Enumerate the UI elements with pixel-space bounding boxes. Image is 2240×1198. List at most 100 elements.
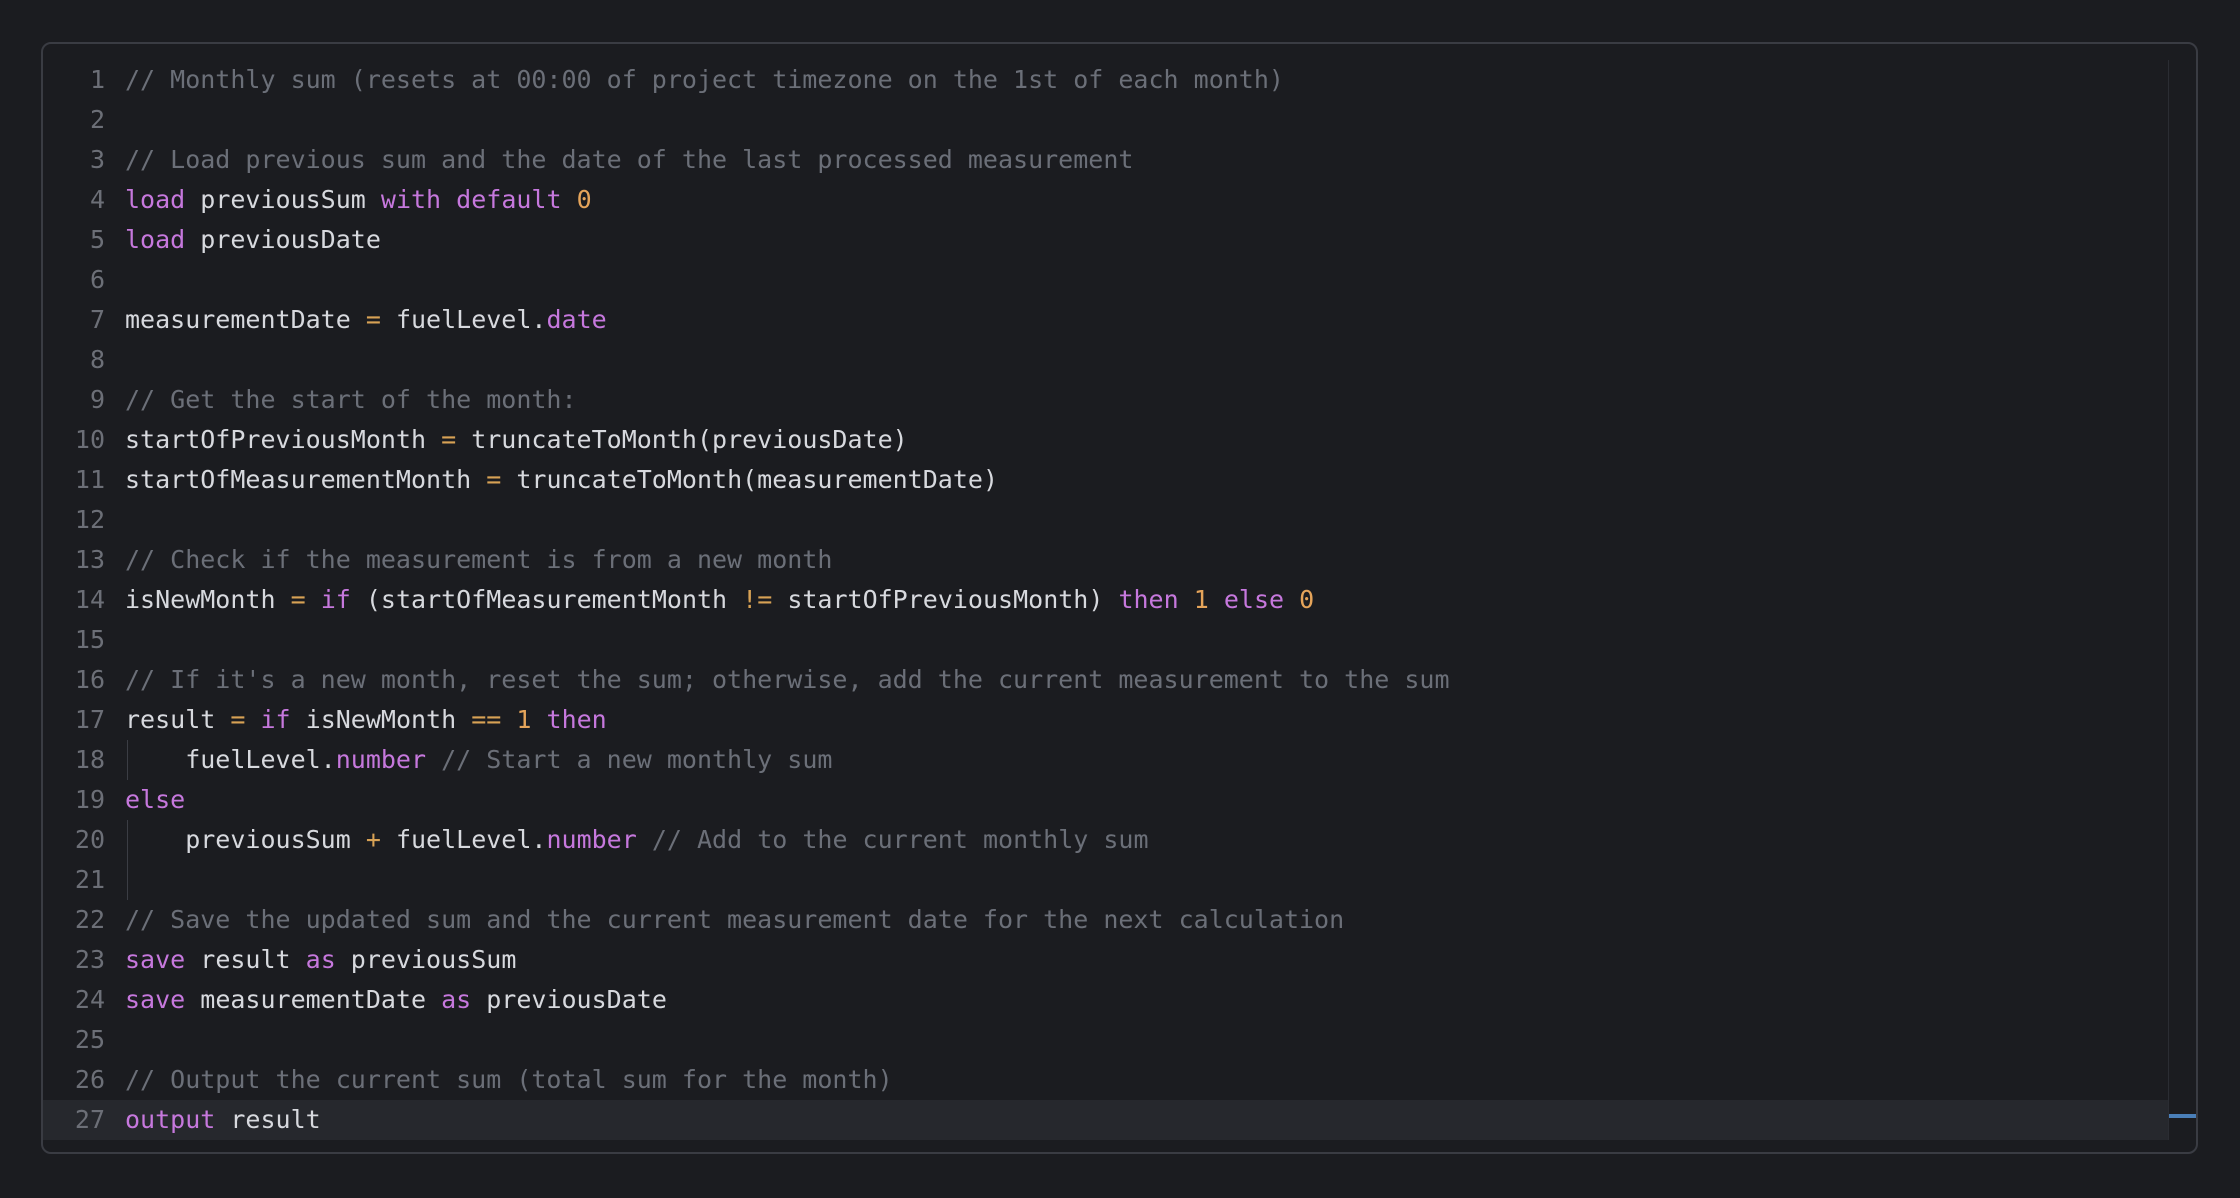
line-code: previousSum + fuelLevel.number // Add to… [125,820,1149,860]
code-token: = [290,585,306,614]
code-token: // Add to the current monthly sum [636,825,1149,854]
code-token: // Start a new monthly sum [426,745,833,774]
code-token: // Get the start of the month: [125,385,577,414]
code-token: save [125,985,186,1014]
line-code: measurementDate = fuelLevel.date [125,300,607,340]
line-code: startOfMeasurementMonth = truncateToMont… [125,460,998,500]
code-line[interactable]: 26 // Output the current sum (total sum f… [43,1060,2196,1100]
code-line[interactable]: 8 [43,340,2196,380]
code-line[interactable]: 6 [43,260,2196,300]
code-token: 0 [576,185,592,214]
line-number: 22 [74,905,105,934]
code-token: 1 [516,705,532,734]
code-token: + [365,825,381,854]
code-line[interactable]: 3 // Load previous sum and the date of th… [43,140,2196,180]
code-token: if [320,585,351,614]
line-number: 17 [74,705,105,734]
line-number: 2 [89,105,105,134]
code-line[interactable]: 23 save result as previousSum [43,940,2196,980]
line-number: 10 [74,425,105,454]
code-token: previousDate [185,225,381,254]
code-token: date [546,305,607,334]
code-token: then [546,705,607,734]
line-number: 12 [74,505,105,534]
code-token: else [1223,585,1285,614]
line-code: result = if isNewMonth == 1 then [125,700,607,740]
code-line[interactable]: 10 startOfPreviousMonth = truncateToMonth… [43,420,2196,460]
code-token: load [125,225,186,254]
code-line[interactable]: 11 startOfMeasurementMonth = truncateToMo… [43,460,2196,500]
code-token: measurementDate [185,985,442,1014]
line-number: 9 [89,385,105,414]
line-code: fuelLevel.number // Start a new monthly … [125,740,832,780]
line-code: // Output the current sum (total sum for… [125,1060,893,1100]
code-line[interactable]: 24 save measurementDate as previousDate [43,980,2196,1020]
code-line[interactable]: 20 previousSum + fuelLevel.number // Add… [43,820,2196,860]
line-code: load previousSum with default 0 [125,180,592,220]
line-code: save result as previousSum [125,940,516,980]
code-line[interactable]: 2 [43,100,2196,140]
line-number: 3 [89,145,105,174]
code-line[interactable]: 17 result = if isNewMonth == 1 then [43,700,2196,740]
code-token: = [486,465,502,494]
code-line[interactable]: 27 output result [43,1100,2168,1140]
line-number: 6 [89,265,105,294]
line-number: 20 [74,825,105,854]
line-number: 15 [74,625,105,654]
code-token: else [125,785,186,814]
line-number: 24 [74,985,105,1014]
code-token: (startOfMeasurementMonth [350,585,743,614]
code-token: = [441,425,457,454]
line-number: 14 [74,585,105,614]
code-line[interactable]: 19 else [43,780,2196,820]
code-line[interactable]: 13 // Check if the measurement is from a … [43,540,2196,580]
line-number: 7 [89,305,105,334]
code-token: as [305,945,336,974]
code-line[interactable]: 21 [43,860,2196,900]
line-code: // Save the updated sum and the current … [125,900,1344,940]
code-editor[interactable]: 1 // Monthly sum (resets at 00:00 of proj… [41,42,2198,1154]
code-token: number [335,745,427,774]
code-token: // Save the updated sum and the current … [125,905,1345,934]
code-token: with [380,185,442,214]
code-token: // Monthly sum (resets at 00:00 of proje… [125,65,1284,94]
code-line[interactable]: 1 // Monthly sum (resets at 00:00 of proj… [43,60,2196,100]
code-line[interactable]: 16 // If it's a new month, reset the sum;… [43,660,2196,700]
line-number: 8 [89,345,105,374]
code-line[interactable]: 5 load previousDate [43,220,2196,260]
code-token: number [546,825,637,854]
line-number: 1 [89,65,105,94]
code-line[interactable]: 18 fuelLevel.number // Start a new month… [43,740,2196,780]
code-line[interactable]: 15 [43,620,2196,660]
line-number: 26 [74,1065,105,1094]
code-token: previousSum [335,945,517,974]
line-code: // Monthly sum (resets at 00:00 of proje… [125,60,1284,100]
code-line[interactable]: 25 [43,1020,2196,1060]
code-token: previousDate [471,985,667,1014]
code-line[interactable]: 7 measurementDate = fuelLevel.date [43,300,2196,340]
code-lines[interactable]: 1 // Monthly sum (resets at 00:00 of proj… [43,60,2196,1140]
code-token: startOfPreviousMonth [125,425,442,454]
code-token: load [125,185,186,214]
code-token: result [185,945,306,974]
line-code: startOfPreviousMonth = truncateToMonth(p… [125,420,908,460]
vertical-scrollbar[interactable] [2168,60,2196,1140]
code-token: result [215,1105,321,1134]
line-number: 4 [89,185,105,214]
code-line[interactable]: 4 load previousSum with default 0 [43,180,2196,220]
code-token: truncateToMonth(previousDate) [456,425,908,454]
code-token: fuelLevel. [380,305,547,334]
code-line[interactable]: 22 // Save the updated sum and the curren… [43,900,2196,940]
code-token: // Output the current sum (total sum for… [125,1065,893,1094]
code-line[interactable]: 14 isNewMonth = if (startOfMeasurementMon… [43,580,2196,620]
code-token: startOfMeasurementMonth [125,465,487,494]
line-code: save measurementDate as previousDate [125,980,667,1020]
line-number: 13 [74,545,105,574]
code-line[interactable]: 9 // Get the start of the month: [43,380,2196,420]
line-number: 18 [74,745,105,774]
code-line[interactable]: 12 [43,500,2196,540]
